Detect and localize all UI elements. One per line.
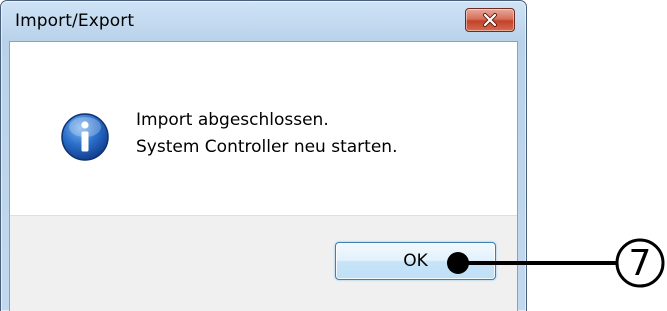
import-export-dialog: Import/Export Import abgeschlossen. Syst… <box>0 0 527 311</box>
dialog-client-area: Import abgeschlossen. System Controller … <box>9 41 518 311</box>
callout-number: 7 <box>628 243 652 284</box>
title-bar[interactable]: Import/Export <box>1 1 526 41</box>
ok-button[interactable]: OK <box>335 242 496 280</box>
close-icon <box>483 13 497 27</box>
message-line-1: Import abgeschlossen. <box>136 110 329 130</box>
screenshot-stage: Import/Export Import abgeschlossen. Syst… <box>0 0 667 311</box>
button-area: OK <box>10 215 517 311</box>
close-button[interactable] <box>465 8 515 32</box>
ok-button-label: OK <box>403 251 428 271</box>
message-area: Import abgeschlossen. System Controller … <box>10 42 517 215</box>
window-title: Import/Export <box>15 11 135 31</box>
info-icon <box>61 113 109 161</box>
message-line-2: System Controller neu starten. <box>136 137 398 157</box>
